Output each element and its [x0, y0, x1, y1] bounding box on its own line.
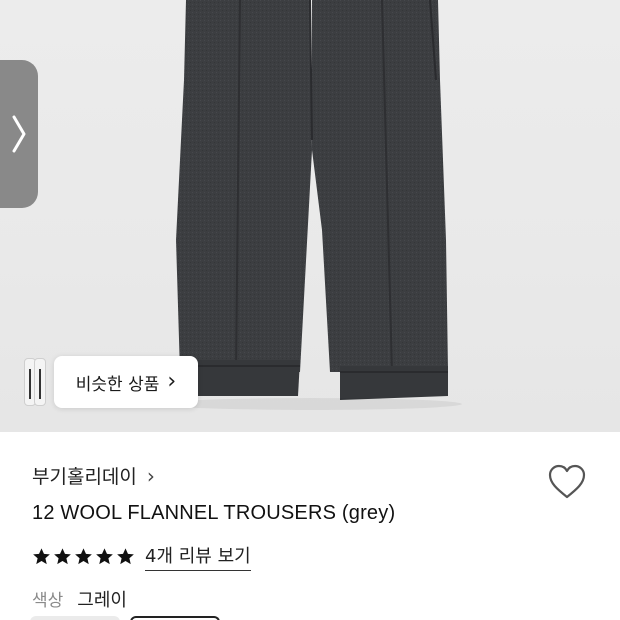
carousel-prev-button[interactable]: [0, 60, 38, 208]
rating-row: 4개 리뷰 보기: [32, 542, 251, 571]
star-filled-icon: [96, 548, 113, 565]
chevron-right-icon: ›: [146, 463, 155, 488]
similar-products-label: 비슷한 상품: [75, 374, 160, 395]
star-filled-icon: [75, 548, 92, 565]
product-info: 부기홀리데이 › 12 WOOL FLANNEL TROUSERS (grey)…: [0, 432, 620, 620]
star-filled-icon: [54, 548, 71, 565]
color-value: 그레이: [77, 590, 127, 611]
similar-products-button[interactable]: 비슷한 상품 ›: [54, 356, 198, 408]
chevron-left-icon: [12, 115, 26, 153]
brand-link[interactable]: 부기홀리데이 ›: [32, 462, 155, 489]
option-button[interactable]: [30, 616, 120, 620]
review-link[interactable]: 4개 리뷰 보기: [145, 542, 251, 571]
option-button-selected[interactable]: [130, 616, 220, 620]
chevron-right-icon: ›: [167, 369, 177, 394]
product-title: 12 WOOL FLANNEL TROUSERS (grey): [32, 502, 396, 524]
star-filled-icon: [117, 548, 134, 565]
heart-outline-icon[interactable]: [548, 464, 586, 500]
color-label: 색상: [32, 591, 64, 611]
brand-name: 부기홀리데이: [32, 466, 137, 488]
star-filled-icon: [33, 548, 50, 565]
option-buttons: [30, 616, 220, 620]
color-option-row: 색상 그레이: [32, 586, 127, 612]
product-image-carousel[interactable]: 비슷한 상품 ›: [0, 0, 620, 432]
star-rating: [32, 547, 135, 566]
